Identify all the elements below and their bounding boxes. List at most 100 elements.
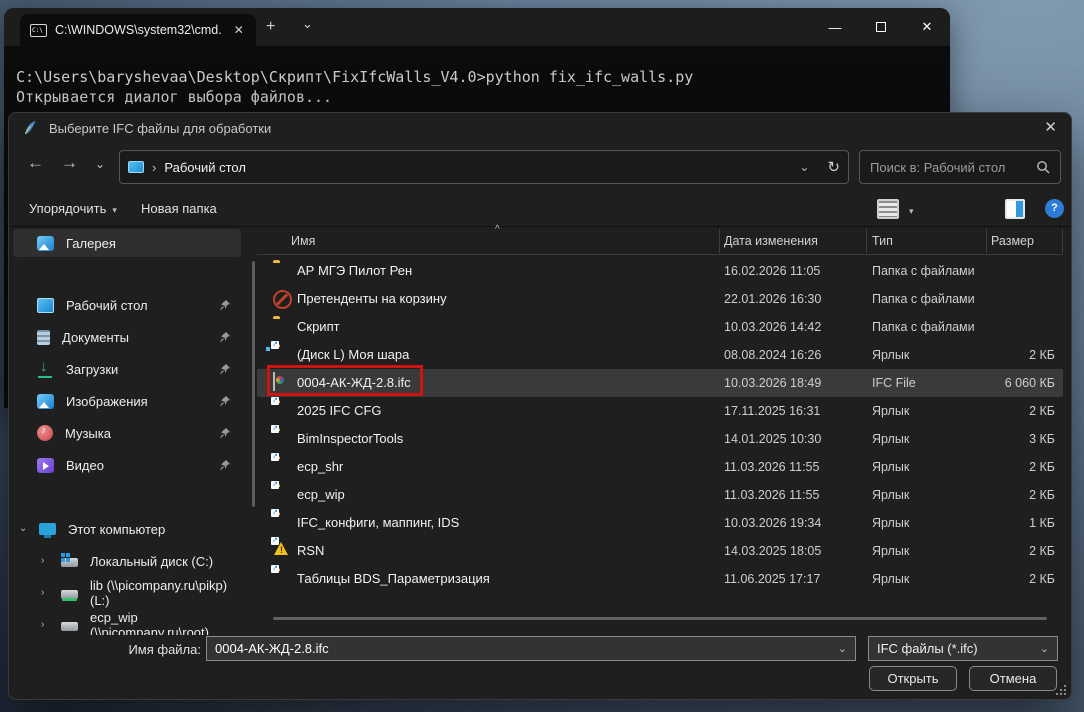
- file-name: (Диск L) Моя шара: [297, 347, 410, 362]
- sidebar-item-documents[interactable]: Документы: [9, 323, 245, 351]
- file-name: АР МГЭ Пилот Рен: [297, 263, 413, 278]
- file-row[interactable]: ecp_shr 11.03.2026 11:55 Ярлык 2 КБ: [257, 453, 1063, 481]
- file-row[interactable]: IFC_конфиги, маппинг, IDS 10.03.2026 19:…: [257, 509, 1063, 537]
- dialog-toolbar: Упорядочить ▾ Новая папка ▾ ?: [9, 193, 1071, 227]
- address-dropdown-icon[interactable]: ⌄: [799, 160, 809, 174]
- organize-button[interactable]: Упорядочить ▾: [29, 201, 117, 216]
- desktop-icon: [128, 161, 144, 173]
- sidebar-item-pictures[interactable]: Изображения: [9, 387, 245, 415]
- terminal-caption-buttons: — ✕: [812, 8, 950, 46]
- help-icon[interactable]: ?: [1045, 199, 1064, 218]
- file-size: 1 КБ: [1029, 516, 1055, 530]
- file-type: Папка с файлами: [872, 264, 975, 278]
- pin-icon: [220, 460, 230, 470]
- file-type: IFC File: [872, 376, 916, 390]
- network-drive-icon: [61, 622, 78, 631]
- terminal-tab[interactable]: C:\ C:\WINDOWS\system32\cmd. ✕: [20, 14, 256, 46]
- minimize-button[interactable]: —: [812, 8, 858, 46]
- file-row[interactable]: Таблицы BDS_Параметризация 11.06.2025 17…: [257, 565, 1063, 593]
- horizontal-scrollbar[interactable]: [273, 617, 1047, 620]
- column-divider[interactable]: [719, 229, 720, 253]
- forward-button[interactable]: →: [61, 153, 78, 173]
- file-name: ecp_wip: [297, 487, 345, 502]
- search-input[interactable]: Поиск в: Рабочий стол: [859, 150, 1061, 184]
- address-bar[interactable]: › Рабочий стол ⌄ ↻: [119, 150, 849, 184]
- file-row[interactable]: АР МГЭ Пилот Рен 16.02.2026 11:05 Папка …: [257, 257, 1063, 285]
- tab-dropdown-icon[interactable]: ⌄: [302, 16, 313, 32]
- pin-icon: [220, 428, 230, 438]
- chevron-expanded-icon[interactable]: ⌄: [19, 523, 27, 534]
- sidebar-item-label: Изображения: [66, 393, 148, 409]
- sidebar-item-drive-c[interactable]: › Локальный диск (C:): [9, 547, 245, 575]
- file-row[interactable]: Претенденты на корзину 22.01.2026 16:30 …: [257, 285, 1063, 313]
- chevron-down-icon: ▾: [112, 205, 117, 215]
- music-icon: [37, 425, 53, 441]
- sidebar-item-drive-l[interactable]: › lib (\\picompany.ru\pikp) (L:): [9, 578, 245, 608]
- chevron-collapsed-icon[interactable]: ›: [41, 587, 44, 598]
- dialog-close-icon[interactable]: ✕: [1044, 118, 1057, 136]
- preview-pane-icon[interactable]: [1005, 199, 1025, 219]
- view-dropdown-icon[interactable]: ▾: [909, 206, 914, 217]
- file-date: 11.06.2025 17:17: [724, 572, 821, 586]
- file-date: 10.03.2026 18:49: [724, 376, 822, 390]
- navigation-row: ← → ⌄ ↑ › Рабочий стол ⌄ ↻ Поиск в: Рабо…: [9, 147, 1071, 187]
- column-divider[interactable]: [986, 229, 987, 253]
- file-size: 2 КБ: [1029, 348, 1055, 362]
- search-icon[interactable]: [1036, 160, 1050, 174]
- file-size: 2 КБ: [1029, 572, 1055, 586]
- sidebar-item-label: Документы: [62, 329, 130, 345]
- dialog-title: Выберите IFC файлы для обработки: [49, 120, 272, 136]
- column-header-type[interactable]: Тип: [872, 234, 893, 248]
- file-name: ecp_shr: [297, 459, 344, 474]
- file-name: Скрипт: [297, 319, 340, 334]
- file-type: Ярлык: [872, 460, 910, 474]
- filename-input[interactable]: 0004-АК-ЖД-2.8.ifc ⌄: [206, 636, 856, 661]
- gallery-icon: [37, 235, 54, 251]
- cancel-button[interactable]: Отмена: [969, 666, 1057, 691]
- filename-label: Имя файла:: [128, 642, 201, 657]
- file-row[interactable]: Скрипт 10.03.2026 14:42 Папка с файлами: [257, 313, 1063, 341]
- chevron-down-icon[interactable]: ⌄: [1040, 642, 1049, 655]
- file-row[interactable]: ! RSN 14.03.2025 18:05 Ярлык 2 КБ: [257, 537, 1063, 565]
- cmd-icon: C:\: [30, 23, 47, 37]
- column-header-name[interactable]: Имя: [291, 234, 315, 248]
- chevron-collapsed-icon[interactable]: ›: [41, 619, 44, 630]
- column-divider[interactable]: [866, 229, 867, 253]
- pictures-icon: [37, 393, 54, 409]
- sidebar-item-videos[interactable]: Видео: [9, 451, 245, 479]
- column-header-date[interactable]: Дата изменения: [724, 234, 818, 248]
- file-size: 2 КБ: [1029, 460, 1055, 474]
- close-button[interactable]: ✕: [904, 8, 950, 46]
- sidebar-item-downloads[interactable]: Загрузки: [9, 355, 245, 383]
- sidebar-item-this-pc[interactable]: ⌄ Этот компьютер: [9, 515, 245, 543]
- sidebar-item-desktop[interactable]: Рабочий стол: [9, 291, 245, 319]
- file-type: Ярлык: [872, 516, 910, 530]
- terminal-line: C:\Users\baryshevaa\Desktop\Скрипт\FixIf…: [16, 68, 694, 86]
- view-mode-icon[interactable]: [877, 199, 899, 219]
- tab-close-icon[interactable]: ✕: [234, 23, 244, 37]
- new-tab-button[interactable]: +: [266, 18, 275, 36]
- sidebar-item-drive-ecp[interactable]: › ecp_wip (\\picompany.ru\root): [9, 610, 245, 635]
- column-header-size[interactable]: Размер: [991, 234, 1034, 248]
- new-folder-button[interactable]: Новая папка: [141, 201, 217, 216]
- file-type: Ярлык: [872, 572, 910, 586]
- filetype-select[interactable]: IFC файлы (*.ifc) ⌄: [868, 636, 1058, 661]
- sidebar-item-music[interactable]: Музыка: [9, 419, 245, 447]
- column-divider[interactable]: [1062, 229, 1063, 253]
- open-button[interactable]: Открыть: [869, 666, 957, 691]
- resize-grip[interactable]: [1056, 685, 1066, 695]
- breadcrumb[interactable]: Рабочий стол: [164, 160, 246, 175]
- maximize-button[interactable]: [858, 8, 904, 46]
- desktop-icon: [37, 297, 54, 313]
- back-button[interactable]: ←: [27, 153, 44, 173]
- refresh-icon[interactable]: ↻: [827, 158, 840, 176]
- file-row[interactable]: BimInspectorTools 14.01.2025 10:30 Ярлык…: [257, 425, 1063, 453]
- recent-locations-icon[interactable]: ⌄: [95, 157, 105, 171]
- sidebar-item-gallery[interactable]: Галерея: [13, 229, 241, 257]
- sidebar-scrollbar[interactable]: [252, 261, 255, 507]
- chevron-down-icon[interactable]: ⌄: [838, 642, 847, 655]
- file-row[interactable]: 2025 IFC CFG 17.11.2025 16:31 Ярлык 2 КБ: [257, 397, 1063, 425]
- file-row[interactable]: ecp_wip 11.03.2026 11:55 Ярлык 2 КБ: [257, 481, 1063, 509]
- chevron-collapsed-icon[interactable]: ›: [41, 555, 44, 566]
- file-date: 14.03.2025 18:05: [724, 544, 822, 558]
